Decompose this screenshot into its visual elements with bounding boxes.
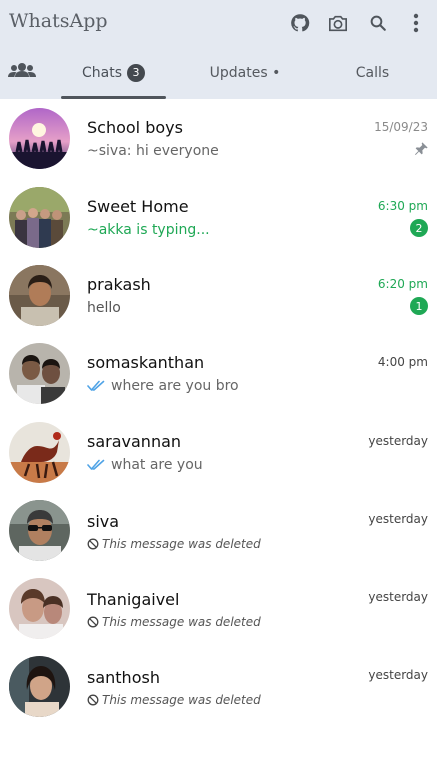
chat-preview-text: This message was deleted [102, 693, 261, 707]
chat-time: 6:20 pm [377, 277, 428, 291]
unread-badge: 1 [410, 297, 428, 315]
tab-updates[interactable]: Updates • [195, 46, 295, 99]
chat-preview: ~siva: hi everyone [87, 143, 219, 159]
double-check-icon [87, 459, 105, 471]
double-check-icon [87, 380, 105, 392]
tab-calls[interactable]: Calls [335, 46, 410, 99]
chat-preview-text: This message was deleted [102, 615, 261, 629]
chat-row[interactable]: saravannan what are you yesterday [0, 413, 437, 491]
chat-row[interactable]: siva This message was deleted yesterday [0, 491, 437, 569]
blocked-icon [87, 538, 99, 550]
chat-name: School boys [87, 118, 183, 137]
avatar [9, 187, 70, 248]
chat-row[interactable]: School boys ~siva: hi everyone 15/09/23 [0, 99, 437, 177]
chat-name: saravannan [87, 432, 182, 451]
chat-preview: what are you [87, 457, 203, 473]
app-title: WhatsApp [9, 10, 108, 32]
chat-preview-text: ~akka is typing... [87, 222, 210, 238]
chat-preview-text: hello [87, 300, 121, 316]
avatar [9, 500, 70, 561]
blocked-icon [87, 616, 99, 628]
community-icon[interactable] [8, 59, 38, 81]
search-icon[interactable] [367, 12, 389, 34]
tab-chats[interactable]: Chats 3 [61, 46, 166, 99]
chat-name: santhosh [87, 668, 160, 687]
chats-count-badge: 3 [127, 63, 145, 82]
chat-row[interactable]: somaskanthan where are you bro 4:00 pm [0, 334, 437, 412]
chat-time: 4:00 pm [377, 355, 428, 369]
unread-badge: 2 [410, 219, 428, 237]
chat-preview-text: where are you bro [111, 378, 239, 394]
chat-name: somaskanthan [87, 353, 205, 372]
chat-preview: This message was deleted [87, 537, 261, 551]
avatar [9, 108, 70, 169]
chat-preview: ~akka is typing... [87, 222, 210, 238]
tab-chats-label: Chats [81, 64, 122, 81]
chat-name: Sweet Home [87, 197, 189, 216]
pin-icon [413, 141, 429, 157]
chat-name: Thanigaivel [87, 590, 180, 609]
chat-time: yesterday [368, 590, 428, 604]
chat-preview-text: ~siva: hi everyone [87, 143, 219, 159]
app-bar: WhatsApp [0, 0, 437, 46]
chat-time: 15/09/23 [374, 120, 428, 134]
chat-row[interactable]: santhosh This message was deleted yester… [0, 647, 437, 725]
chat-preview-text: what are you [111, 457, 203, 473]
chat-row[interactable]: prakash hello 6:20 pm 1 [0, 256, 437, 334]
chat-row[interactable]: Sweet Home ~akka is typing... 6:30 pm 2 [0, 178, 437, 256]
chat-time: yesterday [368, 512, 428, 526]
avatar [9, 265, 70, 326]
camera-icon[interactable] [327, 12, 349, 34]
more-vert-icon[interactable] [405, 12, 427, 34]
github-icon[interactable] [289, 12, 311, 34]
chat-time: yesterday [368, 668, 428, 682]
chat-preview: This message was deleted [87, 693, 261, 707]
avatar [9, 656, 70, 717]
chat-preview: where are you bro [87, 378, 239, 394]
tab-calls-label: Calls [355, 64, 390, 81]
chat-name: prakash [87, 275, 151, 294]
avatar [9, 422, 70, 483]
chat-row[interactable]: Thanigaivel This message was deleted yes… [0, 569, 437, 647]
chat-name: siva [87, 512, 120, 531]
chat-preview: hello [87, 300, 121, 316]
tab-updates-label: Updates • [209, 64, 281, 81]
blocked-icon [87, 694, 99, 706]
chat-time: yesterday [368, 434, 428, 448]
avatar [9, 578, 70, 639]
tab-bar: Chats 3 Updates • Calls [0, 46, 437, 99]
avatar [9, 343, 70, 404]
chat-preview: This message was deleted [87, 615, 261, 629]
chat-time: 6:30 pm [377, 199, 428, 213]
chat-preview-text: This message was deleted [102, 537, 261, 551]
